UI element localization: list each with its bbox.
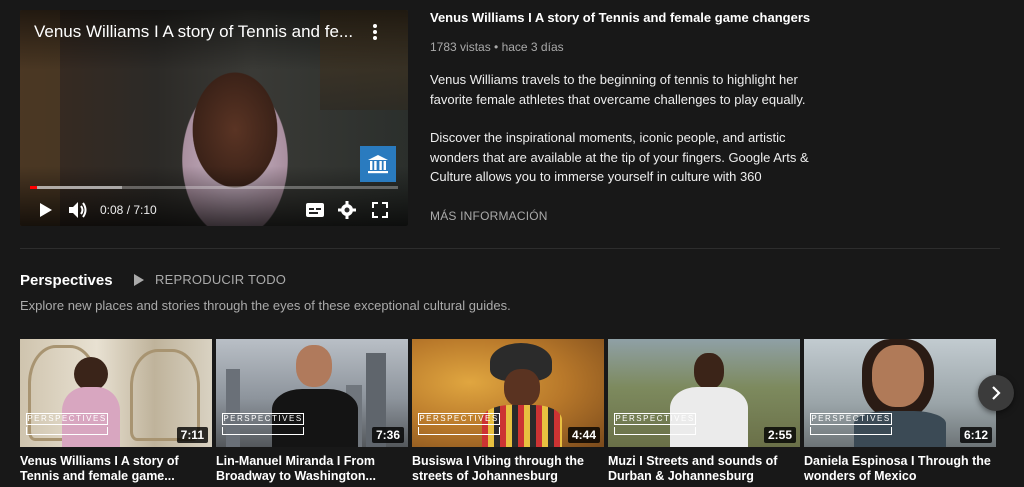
video-card-title[interactable]: Lin-Manuel Miranda I From Broadway to Wa… xyxy=(216,454,408,484)
perspectives-badge: PERSPECTIVES xyxy=(26,413,108,425)
video-duration: 7:36 xyxy=(371,427,404,443)
video-info: Venus Williams I A story of Tennis and f… xyxy=(430,10,810,187)
more-info-link[interactable]: MÁS INFORMACIÓN xyxy=(430,209,548,223)
video-card-title[interactable]: Busiswa I Vibing through the streets of … xyxy=(412,454,604,484)
more-options-icon[interactable] xyxy=(370,22,380,42)
perspectives-badge: PERSPECTIVES xyxy=(614,413,696,425)
shelf-title[interactable]: Perspectives xyxy=(20,272,113,289)
thumbnail-building xyxy=(226,369,240,447)
page: Venus Williams I A story of Tennis and f… xyxy=(0,0,1024,487)
video-thumbnail[interactable]: PERSPECTIVES 6:12 xyxy=(804,339,996,447)
play-icon[interactable] xyxy=(36,198,56,222)
settings-gear-icon[interactable] xyxy=(336,198,358,222)
video-duration: 4:44 xyxy=(567,427,600,443)
video-thumbnail[interactable]: PERSPECTIVES 2:55 xyxy=(608,339,800,447)
perspectives-badge-sub xyxy=(26,427,108,435)
subtitles-icon[interactable] xyxy=(304,198,326,222)
perspectives-badge: PERSPECTIVES xyxy=(222,413,304,425)
progress-played xyxy=(30,186,37,189)
video-card[interactable]: PERSPECTIVES 7:11 Venus Williams I A sto… xyxy=(20,339,212,484)
perspectives-badge: PERSPECTIVES xyxy=(418,413,500,425)
video-thumbnail[interactable]: PERSPECTIVES 7:11 xyxy=(20,339,212,447)
player-title[interactable]: Venus Williams I A story of Tennis and f… xyxy=(34,22,354,42)
description-paragraph: Venus Williams travels to the beginning … xyxy=(430,72,806,107)
divider xyxy=(20,248,1000,249)
museum-icon[interactable] xyxy=(360,146,396,182)
perspectives-badge-sub xyxy=(614,427,696,435)
video-description: Venus Williams travels to the beginning … xyxy=(430,70,810,187)
progress-buffered xyxy=(30,186,122,189)
video-title[interactable]: Venus Williams I A story of Tennis and f… xyxy=(430,10,810,26)
video-card-title[interactable]: Daniela Espinosa I Through the wonders o… xyxy=(804,454,996,484)
perspectives-badge-sub xyxy=(222,427,304,435)
fullscreen-icon[interactable] xyxy=(368,198,392,222)
description-paragraph: Discover the inspirational moments, icon… xyxy=(430,130,809,184)
perspectives-badge-sub xyxy=(810,427,892,435)
play-all-button[interactable]: REPRODUCIR TODO xyxy=(133,272,286,287)
thumbnail-person-body xyxy=(482,405,562,447)
video-duration: 7:11 xyxy=(176,427,208,443)
perspectives-badge: PERSPECTIVES xyxy=(810,413,892,425)
video-card[interactable]: PERSPECTIVES 7:36 Lin-Manuel Miranda I F… xyxy=(216,339,408,484)
video-thumbnail[interactable]: PERSPECTIVES 7:36 xyxy=(216,339,408,447)
player-controls: 0:08 / 7:10 xyxy=(20,198,408,222)
video-meta: 1783 vistas • hace 3 días xyxy=(430,40,564,54)
thumbnail-person-head xyxy=(694,353,724,389)
next-arrow-button[interactable] xyxy=(978,375,1014,411)
time-display: 0:08 / 7:10 xyxy=(100,203,157,217)
video-card[interactable]: PERSPECTIVES 4:44 Busiswa I Vibing throu… xyxy=(412,339,604,484)
video-cards: PERSPECTIVES 7:11 Venus Williams I A sto… xyxy=(20,339,1010,487)
video-duration: 2:55 xyxy=(763,427,796,443)
video-card-title[interactable]: Venus Williams I A story of Tennis and f… xyxy=(20,454,212,484)
perspectives-badge-sub xyxy=(418,427,500,435)
play-all-label: REPRODUCIR TODO xyxy=(155,272,287,287)
thumbnail-person-head xyxy=(74,357,108,391)
video-duration: 6:12 xyxy=(959,427,992,443)
shelf-description: Explore new places and stories through t… xyxy=(20,298,511,313)
video-card[interactable]: PERSPECTIVES 2:55 Muzi I Streets and sou… xyxy=(608,339,800,484)
video-player[interactable]: Venus Williams I A story of Tennis and f… xyxy=(20,10,408,226)
video-card[interactable]: PERSPECTIVES 6:12 Daniela Espinosa I Thr… xyxy=(804,339,996,484)
chevron-right-icon xyxy=(992,386,1001,400)
video-thumbnail[interactable]: PERSPECTIVES 4:44 xyxy=(412,339,604,447)
play-all-icon xyxy=(134,273,144,286)
thumbnail-person-head xyxy=(504,369,540,407)
video-card-title[interactable]: Muzi I Streets and sounds of Durban & Jo… xyxy=(608,454,800,484)
thumbnail-person-head xyxy=(872,345,924,407)
thumbnail-person-head xyxy=(296,345,332,387)
progress-bar[interactable] xyxy=(30,186,398,189)
volume-icon[interactable] xyxy=(66,198,90,222)
